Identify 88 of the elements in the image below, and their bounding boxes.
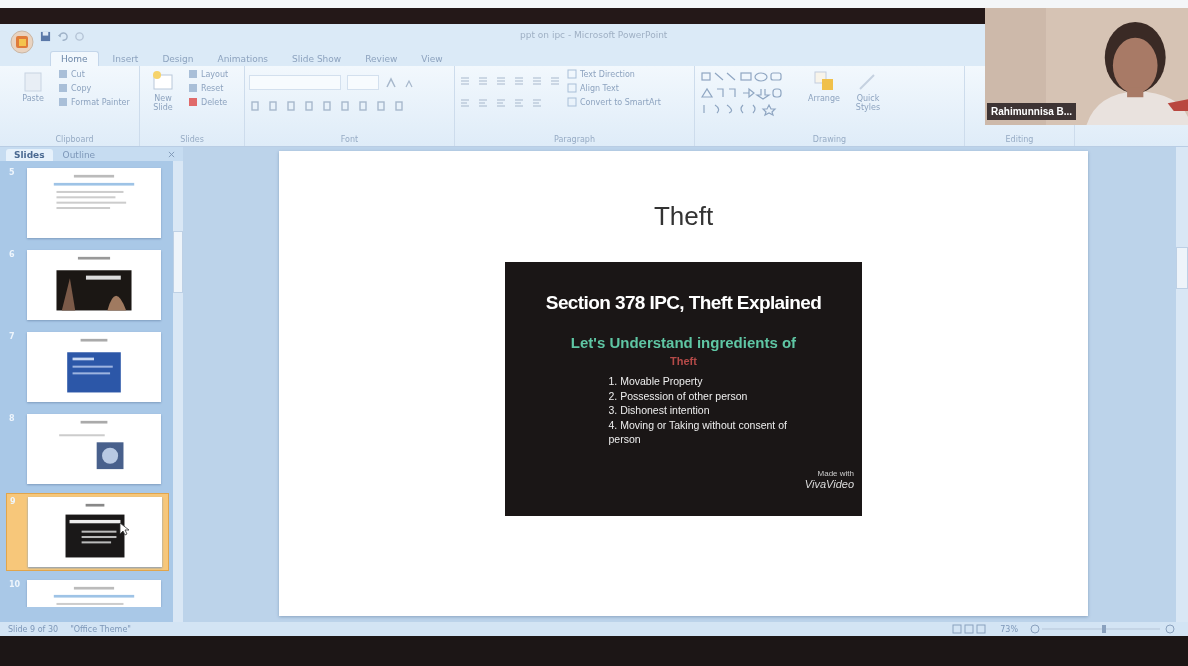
ribbon-button[interactable]: Copy — [58, 83, 130, 93]
view-buttons-icon[interactable] — [952, 624, 989, 634]
clipboard-icon — [21, 69, 45, 93]
slide-thumbnail[interactable] — [27, 168, 161, 238]
format-icon[interactable] — [321, 100, 333, 112]
align-icon[interactable] — [459, 97, 471, 109]
ribbon-button[interactable]: New Slide — [144, 69, 182, 113]
group-label: Drawing — [811, 135, 848, 146]
slide-number: 9 — [10, 497, 17, 506]
list-icon[interactable] — [549, 75, 561, 87]
list-icon[interactable] — [477, 75, 489, 87]
new-slide-icon — [151, 69, 175, 93]
panel-list-item: 2. Possession of other person — [608, 389, 749, 404]
redo-icon[interactable] — [74, 30, 85, 42]
list-icon[interactable] — [459, 75, 471, 87]
undo-icon[interactable] — [57, 30, 68, 42]
ribbon-button[interactable]: Quick Styles — [849, 69, 887, 113]
panel-highlight: Theft — [670, 355, 697, 367]
format-icon[interactable] — [249, 100, 261, 112]
panel-list-item: 3. Dishonest intention — [608, 404, 711, 418]
list-icon[interactable] — [531, 75, 543, 87]
panel-list-item: 1. Movable Property — [608, 375, 704, 389]
slide-thumbnail[interactable] — [27, 414, 161, 484]
ribbon-tab[interactable]: View — [411, 52, 453, 66]
ribbon-button[interactable]: Reset — [188, 83, 229, 93]
slide-number: 10 — [9, 580, 22, 589]
group-label: Slides — [179, 135, 205, 146]
zoom-level: 73% — [1000, 624, 1018, 634]
format-icon[interactable] — [285, 100, 297, 112]
pane-tab[interactable]: Slides — [6, 149, 53, 161]
align-icon[interactable] — [513, 97, 525, 109]
format-icon[interactable] — [393, 100, 405, 112]
group-label: Editing — [1004, 135, 1035, 146]
ribbon-button[interactable]: Arrange — [805, 69, 843, 104]
ribbon-tab[interactable]: Slide Show — [282, 52, 352, 66]
align-icon[interactable] — [531, 97, 543, 109]
slide-title: Theft — [653, 201, 714, 232]
ribbon-button[interactable]: Align Text — [567, 83, 661, 93]
ribbon-button[interactable]: Convert to SmartArt — [567, 97, 661, 107]
panel-subheading: Let's Understand ingredients of — [570, 334, 797, 351]
ribbon-button[interactable]: Delete — [188, 97, 229, 107]
ribbon-button[interactable]: Text Direction — [567, 69, 661, 79]
close-icon[interactable] — [168, 151, 175, 158]
participant-name: Rahimunnisa B... — [987, 103, 1077, 120]
format-icon[interactable] — [267, 100, 279, 112]
format-icon[interactable] — [375, 100, 387, 112]
group-label: Clipboard — [54, 135, 95, 146]
list-icon[interactable] — [495, 75, 507, 87]
arrange-icon — [812, 69, 836, 93]
format-icon[interactable] — [357, 100, 369, 112]
ribbon-tab[interactable]: Animations — [207, 52, 279, 66]
status-text: Slide 9 of 30 — [8, 624, 59, 634]
panel-list-item: 4. Moving or Taking without consent of person — [608, 418, 788, 447]
slide-thumbnail[interactable] — [28, 497, 162, 567]
font-name-field[interactable] — [249, 75, 341, 90]
ribbon-tab[interactable]: Design — [152, 52, 204, 66]
save-icon[interactable] — [40, 30, 51, 42]
pane-tab[interactable]: Outline — [54, 149, 104, 161]
ribbon-button[interactable]: Layout — [188, 69, 229, 79]
slide-thumbnail[interactable] — [27, 332, 161, 402]
slide-number: 5 — [9, 168, 16, 177]
group-label: Font — [339, 135, 360, 146]
credit-caption: Made with — [817, 469, 854, 478]
ribbon-button[interactable]: Cut — [58, 69, 130, 79]
ribbon-button[interactable]: Format Painter — [58, 97, 130, 107]
scrollbar[interactable] — [1176, 147, 1188, 622]
ribbon-tab[interactable]: Review — [355, 52, 408, 66]
ribbon-tab[interactable]: Home — [50, 51, 99, 66]
status-text: "Office Theme" — [70, 624, 131, 634]
office-button-icon[interactable] — [10, 30, 34, 54]
list-icon[interactable] — [513, 75, 525, 87]
align-icon[interactable] — [495, 97, 507, 109]
credit-logo-text: VivaVideo — [804, 478, 854, 490]
format-icon[interactable] — [339, 100, 351, 112]
scrollbar[interactable] — [173, 161, 183, 622]
align-icon[interactable] — [477, 97, 489, 109]
panel-heading: Section 378 IPC, Theft Explained — [545, 292, 822, 314]
format-icon[interactable] — [303, 100, 315, 112]
grow-font-icon[interactable] — [385, 76, 397, 89]
ribbon-tab[interactable]: Insert — [102, 52, 149, 66]
group-label: Paragraph — [553, 135, 596, 146]
slide-number: 8 — [9, 414, 16, 423]
mouse-pointer-icon — [119, 522, 129, 536]
slide-number: 7 — [9, 332, 16, 341]
slide-number: 6 — [9, 250, 16, 259]
ribbon-button[interactable]: Paste — [14, 69, 52, 104]
slide-thumbnail[interactable] — [27, 250, 161, 320]
font-size-field[interactable] — [347, 75, 379, 90]
